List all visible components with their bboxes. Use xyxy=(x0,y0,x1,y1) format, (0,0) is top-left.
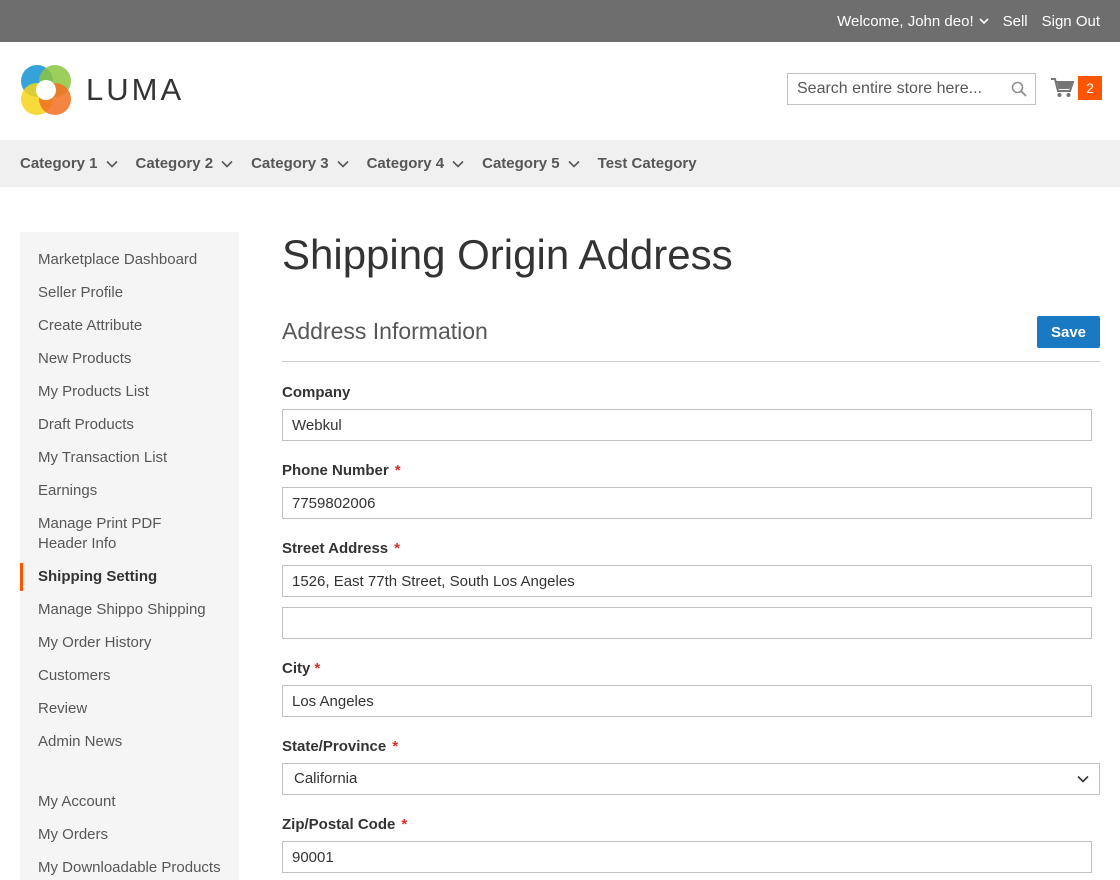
nav-item-label: Category 2 xyxy=(135,155,214,172)
zip-label-text: Zip/Postal Code xyxy=(282,816,396,833)
state-label-text: State/Province xyxy=(282,738,387,755)
sidebar-item-marketplace-dashboard[interactable]: Marketplace Dashboard xyxy=(20,250,239,270)
nav-item-category-3[interactable]: Category 3 xyxy=(251,155,349,172)
state-province-select[interactable]: California xyxy=(282,763,1100,795)
section-header: Address Information Save xyxy=(282,316,1100,362)
chevron-down-icon xyxy=(105,160,118,168)
chevron-down-icon xyxy=(221,160,233,168)
logo[interactable]: LUMA xyxy=(20,64,184,116)
cart-count-badge: 2 xyxy=(1078,76,1102,100)
nav-item-label: Test Category xyxy=(597,155,697,172)
main-navigation: Category 1 Category 2 Category 3 Categor… xyxy=(0,140,1120,187)
required-marker: * xyxy=(394,540,400,557)
sidebar-item-my-downloadable-products[interactable]: My Downloadable Products xyxy=(20,858,239,878)
sidebar-item-draft-products[interactable]: Draft Products xyxy=(20,415,239,435)
nav-item-label: Category 5 xyxy=(482,155,560,172)
chevron-down-icon xyxy=(979,17,989,24)
state-selected-value: California xyxy=(294,770,358,787)
zip-postal-code-field[interactable] xyxy=(282,841,1092,873)
sidebar-item-my-transaction-list[interactable]: My Transaction List xyxy=(20,448,239,468)
city-label: City * xyxy=(282,660,1100,677)
search-input[interactable] xyxy=(788,74,1008,104)
city-label-text: City xyxy=(282,660,311,677)
chevron-down-icon xyxy=(452,160,464,168)
nav-item-label: Category 3 xyxy=(251,155,329,172)
sidebar-item-new-products[interactable]: New Products xyxy=(20,349,239,369)
nav-item-test-category[interactable]: Test Category xyxy=(598,155,697,172)
nav-item-category-1[interactable]: Category 1 xyxy=(20,155,118,172)
street-address-field[interactable] xyxy=(282,565,1092,597)
sidebar-divider xyxy=(20,765,239,792)
zip-label: Zip/Postal Code * xyxy=(282,816,1100,833)
state-label: State/Province * xyxy=(282,738,1100,755)
state-field-group: State/Province * California xyxy=(282,738,1100,795)
sidebar-item-my-products-list[interactable]: My Products List xyxy=(20,382,239,402)
luma-logo-icon xyxy=(21,65,71,115)
required-marker: * xyxy=(392,738,399,755)
phone-field-group: Phone Number * xyxy=(282,462,1100,519)
city-field-group: City * xyxy=(282,660,1100,717)
chevron-down-icon xyxy=(568,160,580,168)
welcome-menu[interactable]: Welcome, John deo! xyxy=(837,12,989,30)
logo-text: LUMA xyxy=(86,72,185,107)
sidebar-item-admin-news[interactable]: Admin News xyxy=(20,732,239,752)
welcome-text: Welcome, John deo! xyxy=(837,12,974,30)
sidebar-item-shipping-setting[interactable]: Shipping Setting xyxy=(20,563,239,591)
sign-out-link[interactable]: Sign Out xyxy=(1042,13,1100,30)
nav-item-category-4[interactable]: Category 4 xyxy=(367,155,465,172)
company-label: Company xyxy=(282,384,1100,401)
company-label-text: Company xyxy=(282,384,351,401)
page-title: Shipping Origin Address xyxy=(282,231,733,278)
header: LUMA 2 xyxy=(0,42,1120,140)
sell-link[interactable]: Sell xyxy=(1003,13,1028,30)
account-sidebar: Marketplace Dashboard Seller Profile Cre… xyxy=(20,232,239,880)
sidebar-item-customers[interactable]: Customers xyxy=(20,666,239,686)
required-marker: * xyxy=(314,660,321,677)
sidebar-item-create-attribute[interactable]: Create Attribute xyxy=(20,316,239,336)
nav-item-category-5[interactable]: Category 5 xyxy=(482,155,580,172)
phone-number-field[interactable] xyxy=(282,487,1092,519)
city-field[interactable] xyxy=(282,685,1092,717)
top-bar: Welcome, John deo! Sell Sign Out xyxy=(0,0,1120,42)
street-address-line-2-field[interactable] xyxy=(282,607,1092,639)
top-links: Welcome, John deo! Sell Sign Out xyxy=(837,0,1100,42)
zip-field-group: Zip/Postal Code * xyxy=(282,816,1100,873)
phone-label: Phone Number * xyxy=(282,462,1100,479)
sidebar-item-seller-profile[interactable]: Seller Profile xyxy=(20,283,239,303)
phone-label-text: Phone Number xyxy=(282,462,389,479)
nav-item-category-2[interactable]: Category 2 xyxy=(136,155,234,172)
main-content: Shipping Origin Address Address Informat… xyxy=(282,232,1100,873)
sidebar-item-my-account[interactable]: My Account xyxy=(20,792,239,812)
required-marker: * xyxy=(394,462,401,479)
cart-icon xyxy=(1051,78,1074,97)
search-box xyxy=(787,73,1036,105)
sidebar-item-manage-print-pdf-header-info[interactable]: Manage Print PDF Header Info xyxy=(20,514,220,554)
chevron-down-icon xyxy=(1077,775,1089,783)
sidebar-item-review[interactable]: Review xyxy=(20,699,239,719)
street-label: Street Address * xyxy=(282,540,1100,557)
sidebar-item-earnings[interactable]: Earnings xyxy=(20,481,239,501)
company-field-group: Company xyxy=(282,384,1100,441)
company-field[interactable] xyxy=(282,409,1092,441)
sidebar-item-manage-shippo-shipping[interactable]: Manage Shippo Shipping xyxy=(20,600,239,620)
required-marker: * xyxy=(401,816,408,833)
sidebar-item-my-order-history[interactable]: My Order History xyxy=(20,633,239,653)
street-label-text: Street Address xyxy=(282,540,389,557)
nav-item-label: Category 4 xyxy=(366,155,445,172)
save-button[interactable]: Save xyxy=(1037,316,1100,348)
section-title: Address Information xyxy=(282,318,488,344)
search-icon[interactable] xyxy=(1011,81,1027,97)
chevron-down-icon xyxy=(337,160,349,168)
mini-cart[interactable]: 2 xyxy=(1050,76,1102,100)
nav-item-label: Category 1 xyxy=(20,155,98,172)
sidebar-item-my-orders[interactable]: My Orders xyxy=(20,825,239,845)
street-field-group: Street Address * xyxy=(282,540,1100,639)
